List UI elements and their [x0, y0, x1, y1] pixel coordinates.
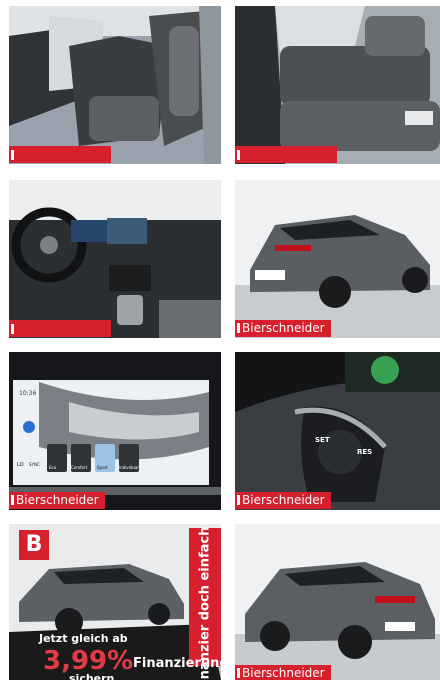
gallery-tile-rear-exterior[interactable]: Bierschneider: [235, 180, 440, 338]
photo-badge: [235, 146, 337, 163]
dealer-badge: Bierschneider: [235, 665, 331, 680]
drive-mode-sport[interactable]: Sport: [97, 465, 108, 470]
promo-logo: B: [19, 530, 49, 560]
gallery-tile-dashboard[interactable]: [9, 180, 221, 338]
dashboard-photo: [9, 180, 221, 338]
screen-clock: 10:36: [19, 390, 37, 397]
dealer-badge: Bierschneider: [235, 492, 331, 509]
steering-wheel-buttons-photo: [235, 352, 440, 510]
photo-badge: [9, 320, 111, 337]
front-seats-photo: [9, 6, 221, 164]
car-rear-side-photo: [235, 524, 440, 680]
promo-banner: Jetzt gleich ab 3,99% Finanzierung siche…: [9, 632, 221, 680]
drive-mode-comfort[interactable]: Comfort: [71, 465, 87, 470]
promo-line-1: Jetzt gleich ab: [39, 632, 128, 645]
badge-marker: [237, 668, 240, 678]
screen-side-sync: SYNC: [29, 462, 40, 467]
badge-marker: [237, 323, 240, 333]
drive-mode-eco[interactable]: Eco: [49, 465, 56, 470]
promo-line-2: Finanzierung: [133, 656, 221, 671]
screen-side-lo: LO: [17, 462, 24, 468]
drive-mode-individual[interactable]: Individual: [119, 465, 138, 470]
infotainment-screen-photo: [9, 352, 221, 510]
dealer-badge: Bierschneider: [9, 492, 105, 509]
rear-seats-photo: [235, 6, 440, 164]
gallery-tile-rear-seats[interactable]: [235, 6, 440, 164]
promo-line-3: sichern: [69, 672, 115, 680]
car-rear-exterior-photo: [235, 180, 440, 338]
photo-badge: [9, 146, 111, 163]
set-button[interactable]: SET: [315, 436, 330, 444]
badge-marker: [11, 495, 14, 505]
gallery-tile-infotainment[interactable]: 10:36 Eco Comfort Sport Individual LO SY…: [9, 352, 221, 510]
gallery-tile-rear-side[interactable]: Bierschneider: [235, 524, 440, 680]
gallery-tile-steering-buttons[interactable]: SET RES Bierschneider: [235, 352, 440, 510]
res-button[interactable]: RES: [357, 448, 372, 456]
badge-marker: [237, 495, 240, 505]
gallery-tile-financing-promo[interactable]: B Finanzier doch einfach ...! Jetzt glei…: [9, 524, 221, 680]
dealer-badge: Bierschneider: [235, 320, 331, 337]
gallery-tile-front-seats[interactable]: [9, 6, 221, 164]
